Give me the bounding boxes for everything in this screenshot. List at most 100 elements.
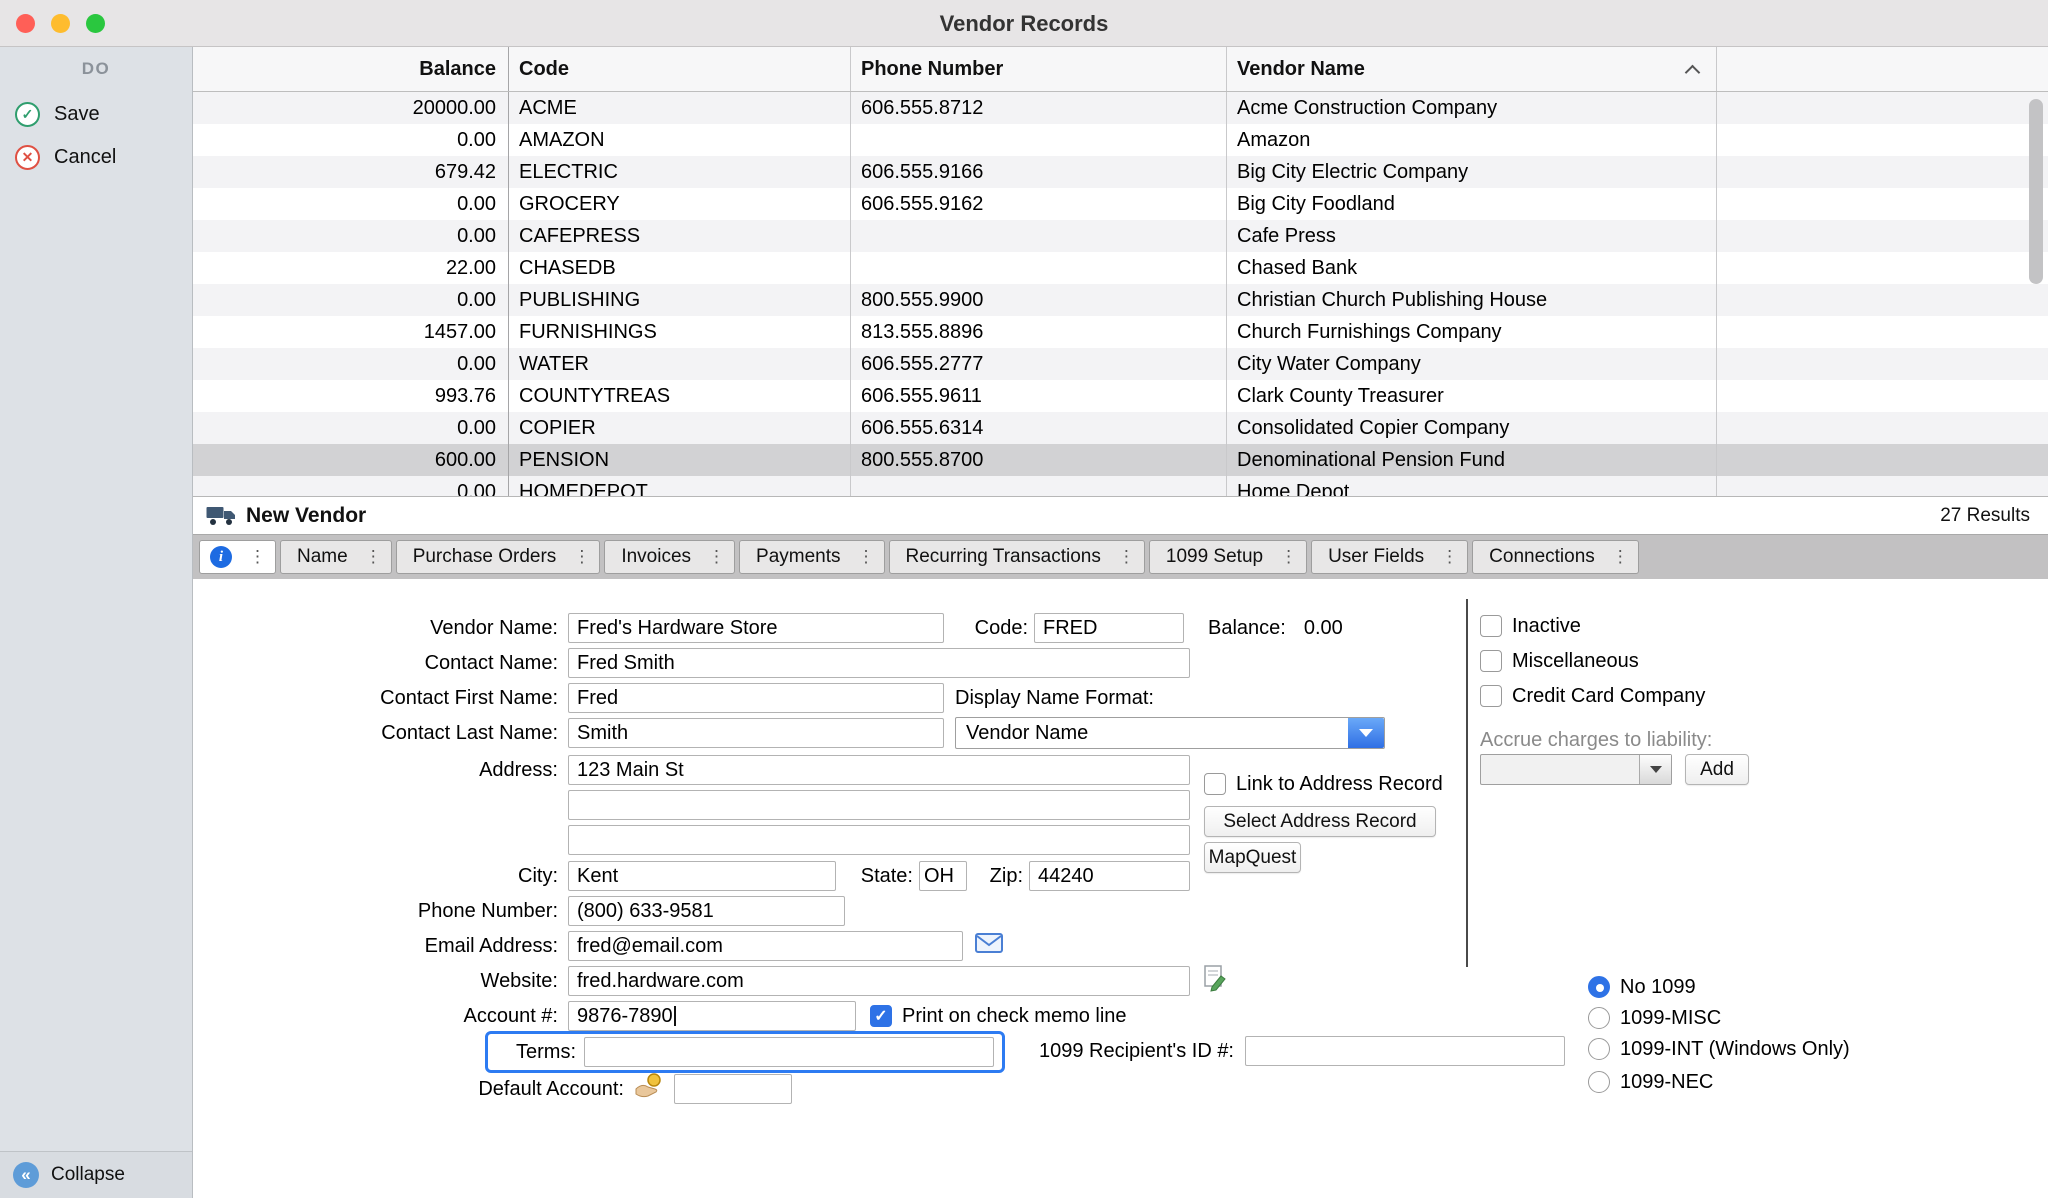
link-to-address-record-checkbox[interactable]: Link to Address Record (1204, 771, 1443, 797)
tab-name[interactable]: Name⋮ (280, 540, 392, 574)
tab-drag-handle[interactable]: ⋮ (1275, 547, 1302, 567)
zip-input[interactable] (1029, 861, 1190, 891)
radio-icon (1588, 1007, 1610, 1029)
send-email-icon[interactable] (975, 930, 1003, 956)
table-row[interactable]: 0.00PUBLISHING800.555.9900Christian Chur… (193, 284, 2048, 316)
record-bar: New Vendor 27 Results (193, 497, 2048, 534)
radio-1099-misc[interactable]: 1099-MISC (1588, 1005, 1721, 1031)
vendor-form: Vendor Name: Code: Balance: 0.00 Contact… (193, 579, 2048, 1198)
table-row[interactable]: 0.00HOMEDEPOTHome Depot (193, 476, 2048, 496)
chevron-down-icon[interactable] (1348, 718, 1384, 748)
tab-invoices[interactable]: Invoices⋮ (604, 540, 735, 574)
mapquest-button[interactable]: MapQuest (1204, 842, 1301, 873)
select-address-record-button[interactable]: Select Address Record (1204, 806, 1436, 837)
tab-1099-setup[interactable]: 1099 Setup⋮ (1149, 540, 1307, 574)
column-header-balance[interactable]: Balance (193, 47, 509, 91)
radio-1099-nec[interactable]: 1099-NEC (1588, 1069, 1713, 1095)
column-label: Balance (419, 58, 496, 81)
website-input[interactable] (568, 966, 1190, 996)
address-line3-input[interactable] (568, 825, 1190, 855)
table-cell: 0.00 (193, 124, 509, 156)
table-cell: GROCERY (509, 188, 851, 220)
table-row[interactable]: 993.76COUNTYTREAS606.555.9611Clark Count… (193, 380, 2048, 412)
tab-user-fields[interactable]: User Fields⋮ (1311, 540, 1468, 574)
tab-drag-handle[interactable]: ⋮ (853, 547, 880, 567)
table-row[interactable]: 0.00WATER606.555.2777City Water Company (193, 348, 2048, 380)
tab-recurring-transactions[interactable]: Recurring Transactions⋮ (889, 540, 1145, 574)
cancel-button[interactable]: ✕ Cancel (0, 136, 192, 179)
radio-icon (1588, 976, 1610, 998)
table-scrollbar[interactable] (2029, 99, 2043, 488)
radio-no-1099[interactable]: No 1099 (1588, 974, 1696, 1000)
checkbox-icon (1480, 615, 1502, 637)
table-row[interactable]: 22.00CHASEDBChased Bank (193, 252, 2048, 284)
display-name-format-label: Display Name Format: (955, 683, 1285, 713)
contact-name-input[interactable] (568, 648, 1190, 678)
table-row[interactable]: 20000.00ACME606.555.8712Acme Constructio… (193, 92, 2048, 124)
table-cell: Church Furnishings Company (1227, 316, 1717, 348)
accrue-liability-label: Accrue charges to liability: (1480, 725, 1880, 755)
table-cell (1717, 92, 2048, 124)
checkbox-credit-card-company[interactable]: Credit Card Company (1480, 683, 1705, 709)
column-label: Vendor Name (1237, 58, 1365, 81)
table-cell: Acme Construction Company (1227, 92, 1717, 124)
tab-drag-handle[interactable]: ⋮ (1113, 547, 1140, 567)
contact-last-name-input[interactable] (568, 718, 944, 748)
chevron-down-icon[interactable] (1639, 755, 1671, 784)
add-liability-button[interactable]: Add (1685, 754, 1749, 785)
table-cell: 0.00 (193, 284, 509, 316)
recipient-id-input[interactable] (1245, 1036, 1565, 1066)
tab-drag-handle[interactable]: ⋮ (568, 547, 595, 567)
tab-drag-handle[interactable]: ⋮ (1436, 547, 1463, 567)
vendor-truck-icon (206, 506, 236, 526)
phone-number-input[interactable] (568, 896, 845, 926)
form-divider (1466, 599, 1468, 967)
code-label: Code: (883, 613, 1028, 643)
tab-drag-handle[interactable]: ⋮ (1607, 547, 1634, 567)
save-button[interactable]: ✓ Save (0, 93, 192, 136)
code-input[interactable] (1034, 613, 1184, 643)
tab-connections[interactable]: Connections⋮ (1472, 540, 1639, 574)
column-header-phone-number[interactable]: Phone Number (851, 47, 1227, 91)
display-name-format-value: Vendor Name (956, 722, 1348, 745)
table-row[interactable]: 679.42ELECTRIC606.555.9166Big City Elect… (193, 156, 2048, 188)
open-website-icon[interactable] (1202, 965, 1228, 993)
table-row[interactable]: 1457.00FURNISHINGS813.555.8896Church Fur… (193, 316, 2048, 348)
table-cell (1717, 444, 2048, 476)
table-row[interactable]: 600.00PENSION800.555.8700Denominational … (193, 444, 2048, 476)
accrue-liability-select[interactable] (1480, 754, 1672, 785)
tab-payments[interactable]: Payments⋮ (739, 540, 884, 574)
city-input[interactable] (568, 861, 836, 891)
table-row[interactable]: 0.00GROCERY606.555.9162Big City Foodland (193, 188, 2048, 220)
table-row[interactable]: 0.00CAFEPRESSCafe Press (193, 220, 2048, 252)
tab-info[interactable]: i ⋮ (199, 540, 276, 574)
address-line2-input[interactable] (568, 790, 1190, 820)
default-account-input[interactable] (674, 1074, 792, 1104)
tab-drag-handle[interactable]: ⋮ (244, 547, 271, 567)
column-header-filler (1717, 47, 2048, 91)
print-on-check-memo-checkbox[interactable]: ✓ Print on check memo line (870, 1003, 1127, 1029)
column-header-vendor-name[interactable]: Vendor Name (1227, 47, 1717, 91)
table-cell: Home Depot (1227, 476, 1717, 496)
state-input[interactable] (919, 861, 967, 891)
checkbox-inactive[interactable]: Inactive (1480, 613, 1581, 639)
checkbox-miscellaneous[interactable]: Miscellaneous (1480, 648, 1639, 674)
address-line1-input[interactable] (568, 755, 1190, 785)
contact-first-name-input[interactable] (568, 683, 944, 713)
table-row[interactable]: 0.00COPIER606.555.6314Consolidated Copie… (193, 412, 2048, 444)
collapse-button[interactable]: « Collapse (0, 1151, 192, 1198)
tab-purchase-orders[interactable]: Purchase Orders⋮ (396, 540, 601, 574)
table-cell: 606.555.9162 (851, 188, 1227, 220)
table-row[interactable]: 0.00AMAZONAmazon (193, 124, 2048, 156)
website-label: Website: (193, 966, 558, 996)
radio-1099-int-windows-only[interactable]: 1099-INT (Windows Only) (1588, 1036, 1850, 1062)
checkbox-label: Inactive (1512, 615, 1581, 638)
display-name-format-select[interactable]: Vendor Name (955, 717, 1385, 749)
tab-drag-handle[interactable]: ⋮ (703, 547, 730, 567)
default-account-lookup-icon[interactable] (634, 1071, 664, 1099)
column-header-code[interactable]: Code (509, 47, 851, 91)
tab-drag-handle[interactable]: ⋮ (360, 547, 387, 567)
scrollbar-thumb[interactable] (2029, 99, 2043, 284)
email-address-input[interactable] (568, 931, 963, 961)
account-number-input[interactable]: 9876-7890 (568, 1001, 856, 1031)
